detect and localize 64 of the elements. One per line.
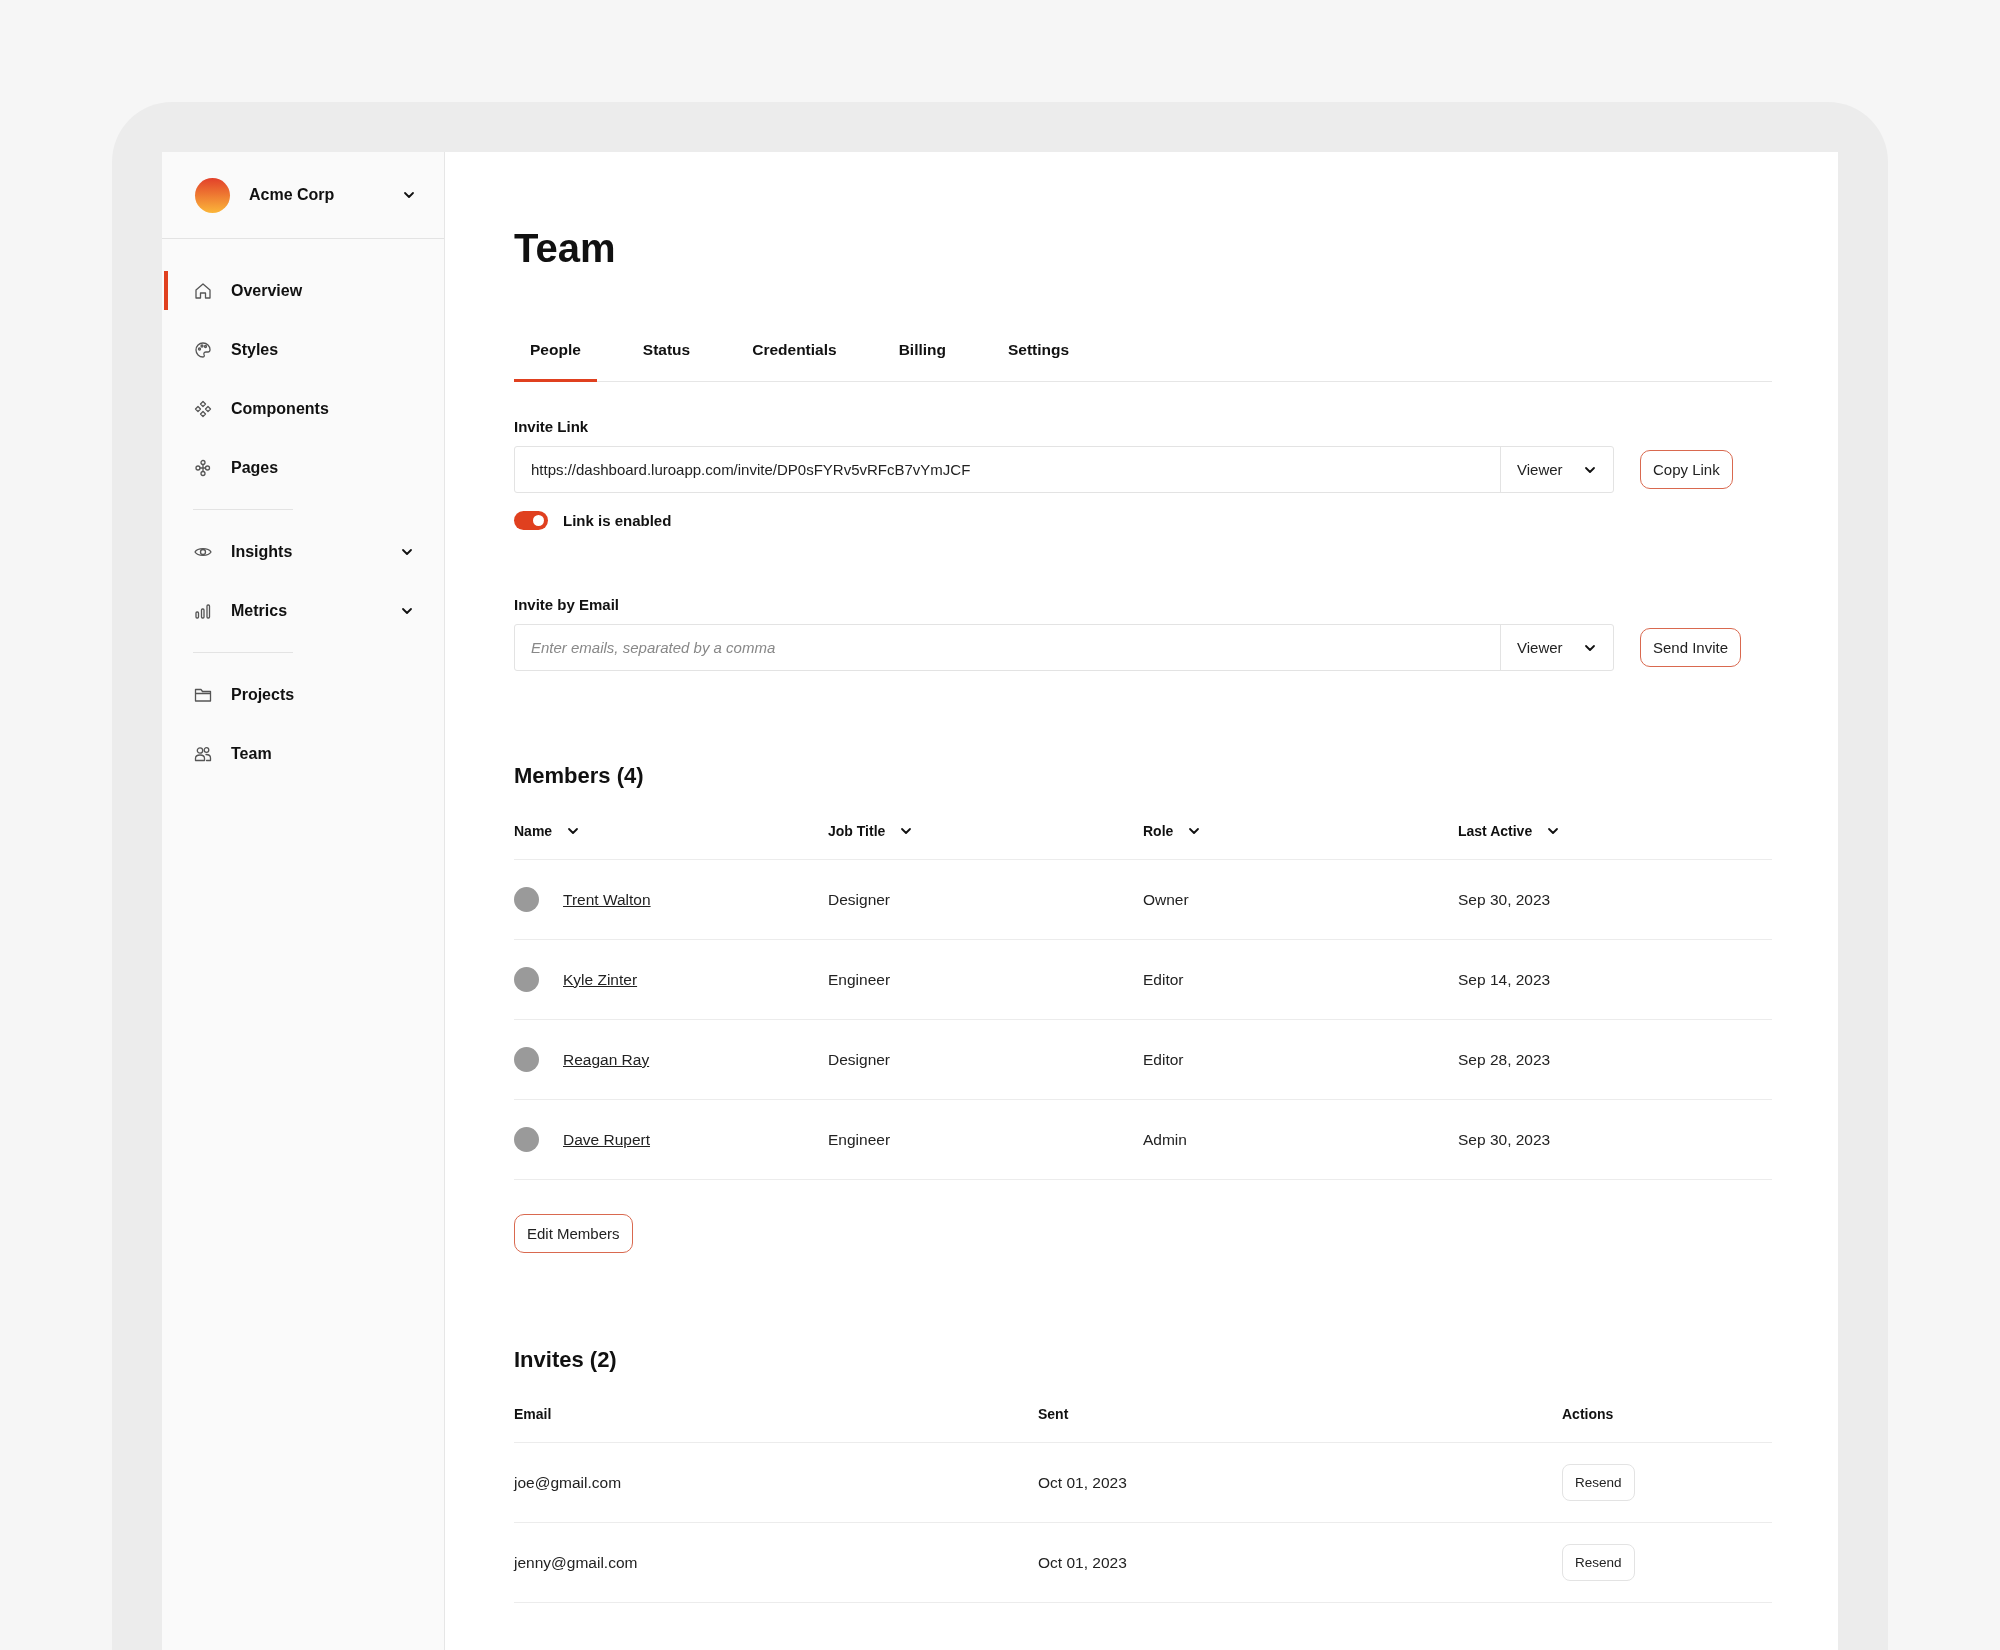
table-cell-text: Sep 28, 2023 bbox=[1458, 1050, 1552, 1069]
diamonds-icon bbox=[193, 398, 213, 419]
invite-email-label: Invite by Email bbox=[514, 596, 620, 613]
tab[interactable]: Billing bbox=[882, 337, 962, 382]
invite-link-label: Invite Link bbox=[514, 418, 589, 435]
table-cell-text: Editor bbox=[1143, 1050, 1185, 1069]
table-cell-text: Sep 14, 2023 bbox=[1458, 970, 1552, 989]
sidebar-item[interactable]: Pages bbox=[162, 438, 444, 497]
resend-button[interactable]: Resend bbox=[1562, 1464, 1635, 1501]
tab[interactable]: Settings bbox=[992, 337, 1086, 382]
member-name-link[interactable]: Dave Rupert bbox=[563, 1130, 650, 1149]
table-cell-text: jenny@gmail.com bbox=[514, 1553, 639, 1572]
column-header: Sent bbox=[1038, 1406, 1069, 1422]
sidebar-item[interactable]: Insights bbox=[162, 522, 444, 581]
column-header[interactable]: Role bbox=[1143, 823, 1174, 839]
toggle-label: Link is enabled bbox=[563, 512, 672, 529]
role-dropdown[interactable]: Viewer bbox=[1500, 447, 1613, 492]
column-header[interactable]: Name bbox=[514, 823, 553, 839]
tab[interactable]: Credentials bbox=[736, 337, 853, 382]
avatar bbox=[514, 1127, 539, 1152]
table-cell-text: Editor bbox=[1143, 970, 1185, 989]
column-header[interactable]: Last Active bbox=[1458, 823, 1533, 839]
table-cell-text: Sep 30, 2023 bbox=[1458, 1130, 1552, 1149]
column-header: Email bbox=[514, 1406, 552, 1422]
invite-link-field[interactable]: https://dashboard.luroapp.com/invite/DP0sFYRv5vRFcB7vYmJCF Viewer bbox=[514, 446, 1614, 493]
table-cell-text: Sep 30, 2023 bbox=[1458, 890, 1552, 909]
sidebar-item[interactable]: Styles bbox=[162, 320, 444, 379]
tab[interactable]: Status bbox=[626, 337, 707, 382]
table-cell-text: joe@gmail.com bbox=[514, 1473, 623, 1492]
sidebar-item[interactable]: Metrics bbox=[162, 581, 444, 640]
copy-link-button[interactable]: Copy Link bbox=[1640, 450, 1733, 489]
table-cell-text: Owner bbox=[1143, 890, 1190, 909]
sidebar-item[interactable]: Projects bbox=[162, 665, 444, 724]
section-title: Invites (2) bbox=[514, 1347, 618, 1373]
edit-members-button[interactable]: Edit Members bbox=[514, 1214, 633, 1253]
column-header[interactable]: Job Title bbox=[828, 823, 886, 839]
nodes-icon bbox=[193, 457, 213, 478]
table-cell-text: Designer bbox=[828, 1050, 892, 1069]
workspace-name: Acme Corp bbox=[249, 186, 336, 204]
member-name-link[interactable]: Reagan Ray bbox=[563, 1050, 650, 1069]
table-cell-text: Oct 01, 2023 bbox=[1038, 1553, 1128, 1572]
email-input-field[interactable]: Enter emails, separated by a comma Viewer bbox=[514, 624, 1614, 671]
table-cell-text: Oct 01, 2023 bbox=[1038, 1473, 1128, 1492]
sidebar-item[interactable]: Team bbox=[162, 724, 444, 783]
member-name-link[interactable]: Trent Walton bbox=[563, 890, 651, 909]
avatar bbox=[514, 967, 539, 992]
tab[interactable]: People bbox=[514, 337, 597, 382]
member-name-link[interactable]: Kyle Zinter bbox=[563, 970, 638, 989]
table-cell-text: Engineer bbox=[828, 1130, 892, 1149]
palette-icon bbox=[193, 339, 213, 360]
table-cell-text: Designer bbox=[828, 890, 892, 909]
table-cell-text: Admin bbox=[1143, 1130, 1188, 1149]
column-header: Actions bbox=[1562, 1406, 1614, 1422]
section-title: Members (4) bbox=[514, 763, 645, 789]
resend-button[interactable]: Resend bbox=[1562, 1544, 1635, 1581]
role-dropdown[interactable]: Viewer bbox=[1500, 625, 1613, 670]
sidebar-item[interactable]: Components bbox=[162, 379, 444, 438]
toggle-switch[interactable] bbox=[514, 511, 548, 530]
avatar bbox=[514, 887, 539, 912]
table-cell-text: Engineer bbox=[828, 970, 892, 989]
page-title: Team bbox=[514, 226, 617, 271]
avatar bbox=[514, 1047, 539, 1072]
workspace-logo bbox=[195, 177, 230, 213]
send-invite-button[interactable]: Send Invite bbox=[1640, 628, 1742, 667]
